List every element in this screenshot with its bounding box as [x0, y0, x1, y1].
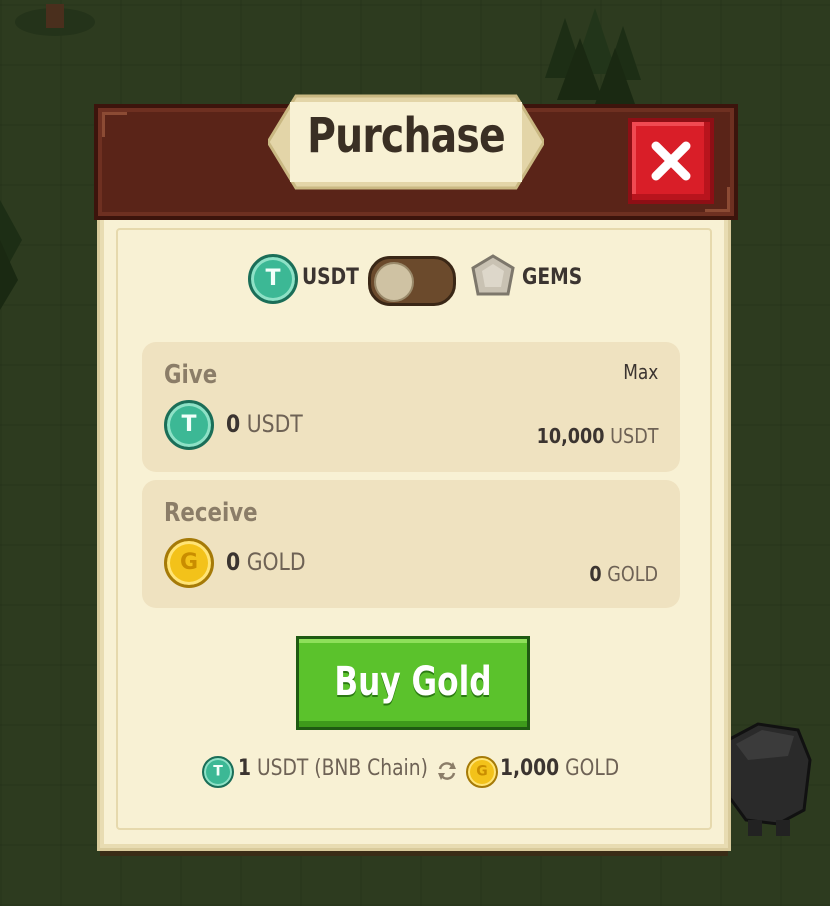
receive-total: 0 GOLD — [589, 562, 658, 586]
give-max-balance: 10,000 USDT — [536, 424, 658, 448]
stone-creature-icon — [726, 722, 812, 836]
switch-knob — [374, 262, 414, 302]
dialog-title: Purchase — [307, 108, 506, 164]
receive-label: Receive — [164, 498, 258, 528]
toggle-label-gems: GEMS — [522, 265, 583, 290]
receive-card: Receive G 0 GOLD 0 GOLD — [142, 480, 680, 608]
title-banner: Purchase — [268, 88, 544, 196]
rate-from: 1 USDT (BNB Chain) — [238, 756, 428, 781]
rate-from-unit: USDT (BNB Chain) — [256, 756, 428, 781]
exchange-icon — [438, 762, 456, 780]
usdt-coin-icon: T — [164, 400, 214, 450]
receive-amount-value: 0 — [226, 548, 241, 576]
tree-top-left-icon — [15, 4, 95, 36]
give-amount-value: 0 — [226, 410, 241, 438]
rate-to-unit: GOLD — [565, 756, 620, 781]
give-max-value: 10,000 — [536, 424, 605, 448]
currency-toggle-row: T USDT GEMS — [248, 254, 588, 306]
give-max-unit: USDT — [609, 424, 658, 448]
receive-amount-unit: GOLD — [246, 548, 306, 576]
buy-gold-label: Buy Gold — [334, 659, 492, 705]
tree-left-edge-icon — [0, 200, 22, 310]
gold-coin-icon: G — [164, 538, 214, 588]
close-icon — [651, 141, 691, 181]
receive-amount-field: 0 GOLD — [226, 548, 306, 576]
rate-to: 1,000 GOLD — [500, 756, 619, 781]
receive-total-unit: GOLD — [607, 562, 658, 586]
max-button[interactable]: Max — [623, 360, 658, 384]
gold-coin-icon: G — [466, 756, 498, 788]
usdt-coin-icon: T — [248, 254, 298, 304]
buy-gold-button[interactable]: Buy Gold — [296, 636, 530, 730]
give-label: Give — [164, 360, 218, 390]
rate-to-amount: 1,000 — [500, 756, 560, 781]
gem-icon — [471, 254, 515, 296]
receive-total-value: 0 — [589, 562, 602, 586]
give-card: Give Max T 0 USDT 10,000 USDT — [142, 342, 680, 472]
toggle-label-usdt: USDT — [302, 265, 359, 290]
rate-from-amount: 1 — [238, 756, 252, 781]
close-button[interactable] — [628, 118, 714, 204]
give-amount-input[interactable]: 0 USDT — [226, 410, 303, 438]
exchange-rate-row: T 1 USDT (BNB Chain) G 1,000 GOLD — [200, 752, 630, 788]
usdt-coin-icon: T — [202, 756, 234, 788]
header-corner-ornament — [102, 112, 127, 137]
tree-cluster-icon — [545, 8, 641, 104]
currency-switch[interactable] — [368, 256, 456, 306]
give-amount-unit: USDT — [246, 410, 303, 438]
